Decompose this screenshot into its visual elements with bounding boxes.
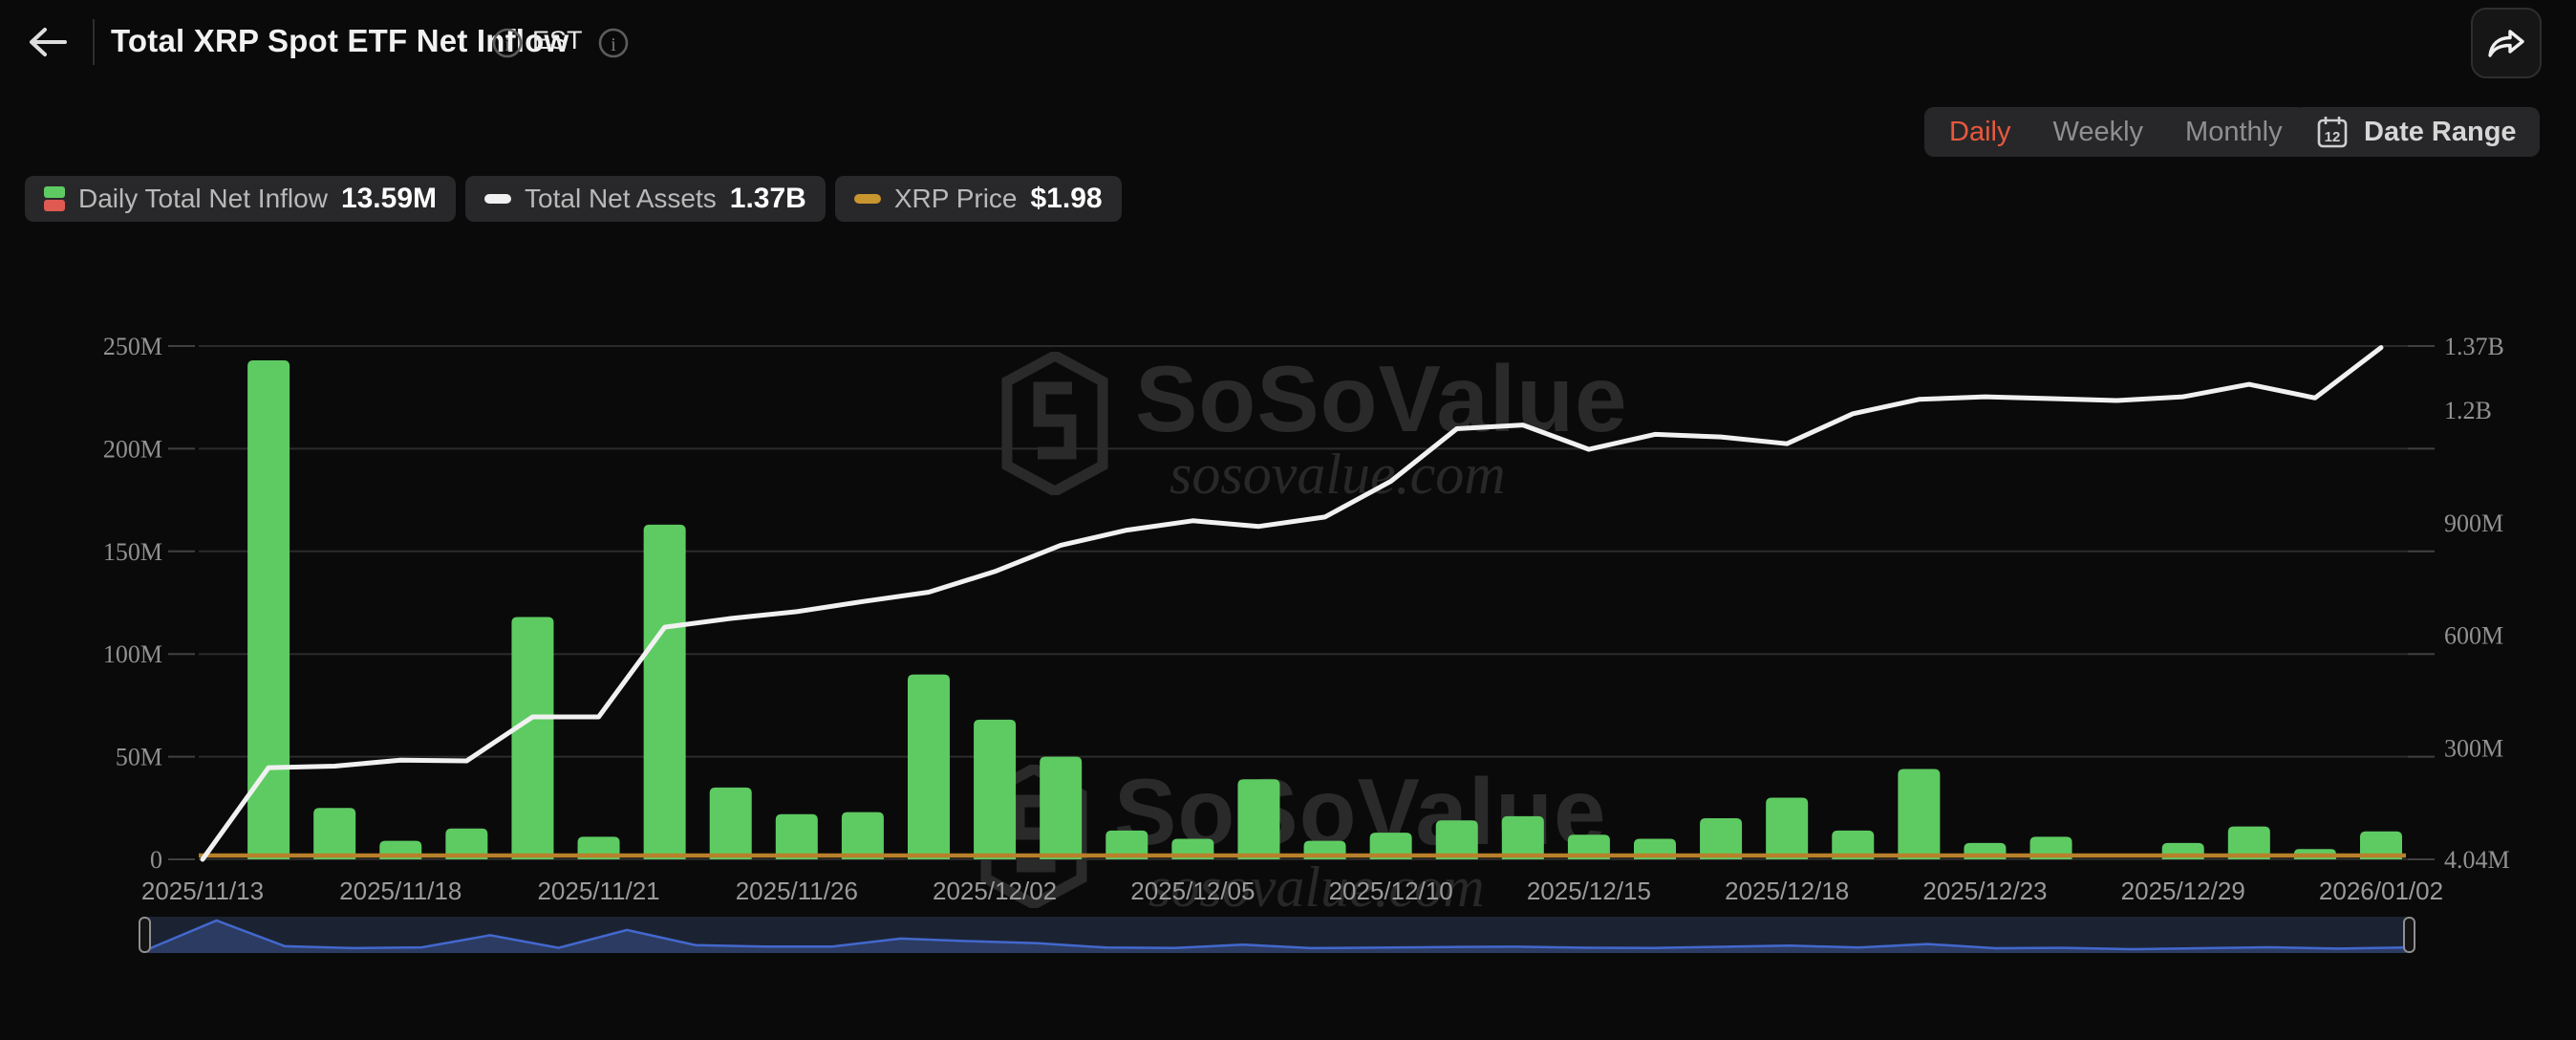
legend-value: 1.37B [730,183,806,215]
calendar-icon: 12 [2316,115,2349,149]
x-axis-label: 2025/11/13 [141,877,264,905]
left-axis-label: 0 [150,846,162,874]
right-axis-label: 1.37B [2444,333,2504,360]
inflow-bar[interactable] [644,525,686,859]
left-axis-label: 150M [103,538,162,566]
white-line-icon [484,194,511,204]
xrp-etf-dashboard: SoSoValue sosovalue.com SoSoValue sosova… [0,0,2576,1040]
legend-item-assets[interactable]: Total Net Assets 1.37B [465,176,826,222]
inflow-bar[interactable] [313,808,355,859]
svg-text:i: i [504,34,510,55]
back-arrow-icon[interactable] [27,23,69,61]
inflow-bar[interactable] [1040,757,1082,859]
legend-value: 13.59M [341,183,437,215]
header: Total XRP Spot ETF Net Inflow i EST i [0,0,2576,86]
legend-label: XRP Price [894,184,1018,214]
tab-weekly[interactable]: Weekly [2052,117,2143,148]
legend-label: Total Net Assets [525,184,717,214]
tab-daily[interactable]: Daily [1949,117,2010,148]
date-range-button[interactable]: 12 Date Range [2293,107,2540,157]
x-axis-label: 2025/12/29 [2121,877,2245,905]
header-divider [93,19,95,65]
x-axis-label: 2025/12/23 [1922,877,2047,905]
x-axis-label: 2025/12/18 [1725,877,1849,905]
share-icon [2487,27,2525,59]
scrubber-handle-left[interactable] [140,918,150,952]
x-axis-label: 2025/12/05 [1130,877,1255,905]
svg-text:12: 12 [2325,129,2341,145]
legend-item-inflow[interactable]: Daily Total Net Inflow 13.59M [25,176,456,222]
legend-label: Daily Total Net Inflow [78,184,328,214]
inflow-bar[interactable] [1502,816,1544,859]
info-icon[interactable]: i [491,27,524,59]
legend-item-price[interactable]: XRP Price $1.98 [835,176,1122,222]
left-axis-label: 200M [103,435,162,463]
inflow-bar[interactable] [776,814,818,859]
info-icon[interactable]: i [597,27,630,59]
x-axis-label: 2025/12/15 [1527,877,1651,905]
x-axis-label: 2025/11/26 [736,877,858,905]
period-tab-group: Daily Weekly Monthly [1924,107,2308,157]
x-axis-label: 2025/11/21 [537,877,659,905]
inflow-bar[interactable] [1766,798,1808,859]
legend-value: $1.98 [1030,183,1102,215]
left-axis-label: 100M [103,640,162,668]
right-axis-label: 4.04M [2444,846,2510,874]
inflow-bar[interactable] [1898,769,1940,859]
right-axis-label: 900M [2444,509,2503,537]
share-button[interactable] [2471,8,2542,78]
inflow-bar[interactable] [710,788,752,859]
date-range-label: Date Range [2364,117,2517,148]
timezone-label: EST [532,26,583,55]
x-axis-label: 2025/12/02 [933,877,1057,905]
tab-monthly[interactable]: Monthly [2185,117,2283,148]
x-axis-label: 2025/12/10 [1329,877,1453,905]
svg-text:i: i [611,34,616,55]
x-axis-label: 2026/01/02 [2319,877,2443,905]
inflow-bar[interactable] [1237,779,1279,859]
inflow-bar[interactable] [511,618,553,859]
left-axis-label: 50M [116,744,162,771]
chart-legend: Daily Total Net Inflow 13.59M Total Net … [25,176,1122,222]
right-axis-label: 600M [2444,622,2503,650]
scrubber-handle-right[interactable] [2404,918,2415,952]
gold-line-icon [854,194,881,204]
inflow-bar[interactable] [974,720,1016,859]
left-axis-label: 250M [103,333,162,360]
right-axis-label: 1.2B [2444,397,2492,424]
right-axis-label: 300M [2444,735,2503,763]
inflow-bar[interactable] [842,812,884,859]
bar-series-icon [44,186,65,211]
x-axis-label: 2025/11/18 [339,877,462,905]
inflow-bar[interactable] [1700,818,1742,859]
inflow-bar[interactable] [908,675,950,859]
